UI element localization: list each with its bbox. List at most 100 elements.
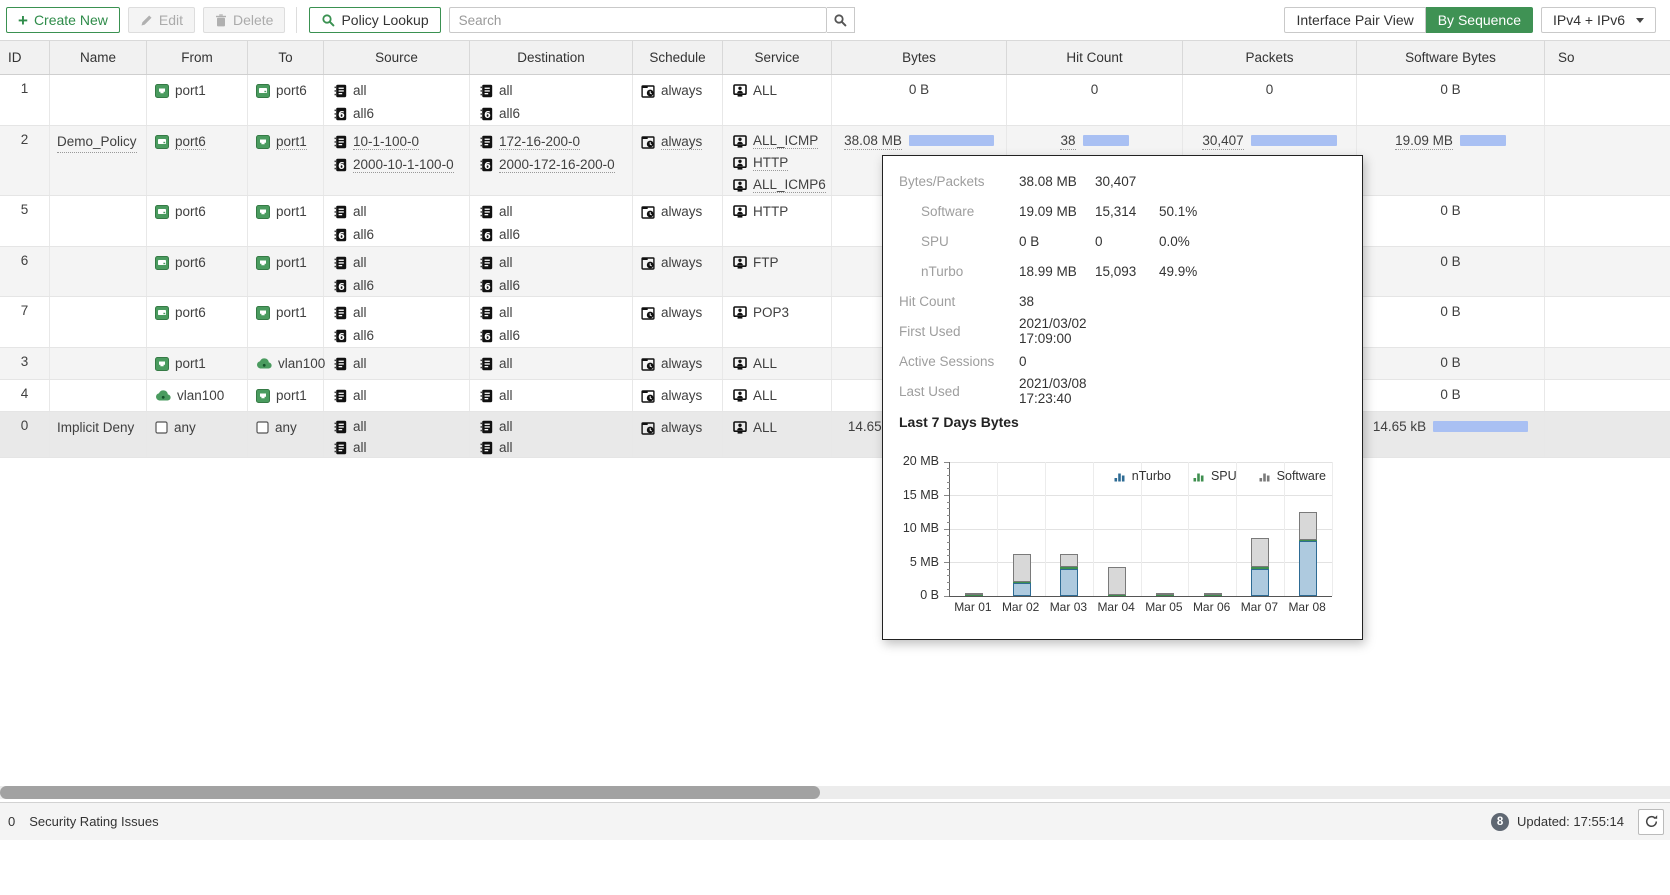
- object-entry[interactable]: any: [256, 417, 297, 438]
- create-new-button[interactable]: + Create New: [6, 7, 120, 33]
- object-entry[interactable]: always: [641, 385, 702, 406]
- edit-button[interactable]: Edit: [128, 7, 195, 33]
- object-entry[interactable]: port1: [155, 80, 206, 101]
- object-entry[interactable]: ALL: [733, 353, 777, 374]
- object-entry[interactable]: port1: [256, 385, 307, 406]
- object-entry[interactable]: all: [334, 201, 367, 222]
- object-entry[interactable]: HTTP: [733, 153, 788, 173]
- object-entry[interactable]: all: [480, 353, 513, 374]
- object-entry[interactable]: 6all6: [334, 224, 374, 245]
- object-entry[interactable]: HTTP: [733, 201, 788, 222]
- object-entry[interactable]: 6all6: [480, 325, 520, 346]
- object-entry[interactable]: port6: [155, 252, 206, 273]
- object-entry[interactable]: port6: [256, 80, 307, 101]
- object-entry[interactable]: 62000-172-16-200-0: [480, 154, 615, 175]
- column-header-destination[interactable]: Destination: [470, 41, 633, 74]
- object-entry[interactable]: 6all6: [480, 224, 520, 245]
- object-entry[interactable]: 10-1-100-0: [334, 131, 419, 152]
- object-entry[interactable]: POP3: [733, 302, 789, 323]
- object-entry[interactable]: always: [641, 353, 702, 374]
- object-entry[interactable]: all: [480, 385, 513, 406]
- object-entry[interactable]: ALL_ICMP: [733, 131, 818, 151]
- object-entry[interactable]: all: [334, 353, 367, 374]
- legend-item-spu[interactable]: SPU: [1193, 469, 1237, 483]
- object-entry[interactable]: 6all6: [480, 275, 520, 296]
- column-header-to[interactable]: To: [248, 41, 324, 74]
- policy-name[interactable]: Implicit Deny: [57, 417, 134, 438]
- object-entry[interactable]: any: [155, 417, 196, 438]
- column-header-hit-count[interactable]: Hit Count: [1007, 41, 1183, 74]
- object-entry[interactable]: ALL: [733, 417, 777, 438]
- policy-row-5[interactable]: 5port6port1all6all6all6all6alwaysHTTP0 B…: [0, 196, 1670, 247]
- object-entry[interactable]: 172-16-200-0: [480, 131, 580, 152]
- search-submit-button[interactable]: [827, 7, 855, 33]
- object-entry[interactable]: port1: [155, 353, 206, 374]
- object-entry[interactable]: 62000-10-1-100-0: [334, 154, 454, 175]
- object-entry[interactable]: always: [641, 252, 702, 273]
- object-entry[interactable]: ALL: [733, 385, 777, 406]
- horizontal-scrollbar-track[interactable]: [0, 786, 1670, 799]
- object-entry[interactable]: port1: [256, 252, 307, 273]
- object-entry[interactable]: always: [641, 80, 702, 101]
- ip-version-dropdown[interactable]: IPv4 + IPv6: [1541, 7, 1656, 33]
- object-entry[interactable]: all: [480, 302, 513, 323]
- search-input[interactable]: [449, 7, 827, 33]
- object-entry[interactable]: ALL_ICMP6: [733, 175, 826, 195]
- policy-row-6[interactable]: 6port6port1all6all6all6all6alwaysFTP0 B0…: [0, 247, 1670, 297]
- object-entry[interactable]: all: [480, 438, 513, 457]
- security-rating-issues-link[interactable]: Security Rating Issues: [29, 814, 158, 829]
- object-entry[interactable]: 6all6: [334, 275, 374, 296]
- object-entry[interactable]: vlan100: [155, 385, 224, 406]
- object-entry[interactable]: port6: [155, 131, 206, 152]
- object-entry[interactable]: all: [334, 252, 367, 273]
- legend-item-software[interactable]: Software: [1259, 469, 1326, 483]
- refresh-button[interactable]: [1638, 809, 1664, 835]
- object-entry[interactable]: port1: [256, 302, 307, 323]
- object-entry[interactable]: all: [334, 302, 367, 323]
- object-entry[interactable]: all: [480, 80, 513, 101]
- object-entry[interactable]: 6all6: [334, 325, 374, 346]
- object-entry[interactable]: all: [334, 80, 367, 101]
- object-entry[interactable]: FTP: [733, 252, 779, 273]
- column-header-bytes[interactable]: Bytes: [832, 41, 1007, 74]
- column-header-id[interactable]: ID: [0, 41, 50, 74]
- object-entry[interactable]: port1: [256, 131, 307, 152]
- horizontal-scrollbar-thumb[interactable]: [0, 786, 820, 799]
- object-entry[interactable]: port6: [155, 201, 206, 222]
- object-entry[interactable]: always: [641, 302, 702, 323]
- column-header-source[interactable]: Source: [324, 41, 470, 74]
- column-header-packets[interactable]: Packets: [1183, 41, 1357, 74]
- interface-pair-view-button[interactable]: Interface Pair View: [1284, 7, 1425, 33]
- delete-button[interactable]: Delete: [203, 7, 285, 33]
- policy-row-0[interactable]: 0Implicit DenyanyanyallallallallalwaysAL…: [0, 412, 1670, 458]
- object-entry[interactable]: all: [334, 385, 367, 406]
- object-entry[interactable]: all: [480, 201, 513, 222]
- column-header-so[interactable]: So: [1545, 41, 1670, 74]
- object-entry[interactable]: 6all6: [480, 103, 520, 124]
- object-entry[interactable]: ALL: [733, 80, 777, 101]
- policy-row-3[interactable]: 3port1vlan100allallalwaysALL0 B000 B: [0, 348, 1670, 380]
- policy-row-2[interactable]: 2Demo_Policyport6port110-1-100-062000-10…: [0, 126, 1670, 196]
- policy-row-1[interactable]: 1port1port6all6all6all6all6alwaysALL0 B0…: [0, 75, 1670, 126]
- column-header-software-bytes[interactable]: Software Bytes: [1357, 41, 1545, 74]
- object-entry[interactable]: always: [641, 417, 702, 438]
- policy-name[interactable]: Demo_Policy: [57, 131, 137, 153]
- policy-row-7[interactable]: 7port6port1all6all6all6all6alwaysPOP30 B…: [0, 297, 1670, 348]
- legend-item-nturbo[interactable]: nTurbo: [1114, 469, 1171, 483]
- policy-row-4[interactable]: 4vlan100port1allallalwaysALL0 B000 B: [0, 380, 1670, 412]
- object-entry[interactable]: all: [480, 252, 513, 273]
- policy-lookup-button[interactable]: Policy Lookup: [309, 7, 440, 33]
- object-entry[interactable]: always: [641, 201, 702, 222]
- column-header-schedule[interactable]: Schedule: [633, 41, 723, 74]
- by-sequence-button[interactable]: By Sequence: [1426, 7, 1533, 33]
- object-entry[interactable]: all: [334, 417, 367, 436]
- object-entry[interactable]: always: [641, 131, 702, 152]
- column-header-service[interactable]: Service: [723, 41, 832, 74]
- object-entry[interactable]: port1: [256, 201, 307, 222]
- object-entry[interactable]: all: [480, 417, 513, 436]
- object-entry[interactable]: vlan100: [256, 353, 325, 374]
- column-header-from[interactable]: From: [147, 41, 248, 74]
- object-entry[interactable]: 6all6: [334, 103, 374, 124]
- object-entry[interactable]: port6: [155, 302, 206, 323]
- object-entry[interactable]: all: [334, 438, 367, 457]
